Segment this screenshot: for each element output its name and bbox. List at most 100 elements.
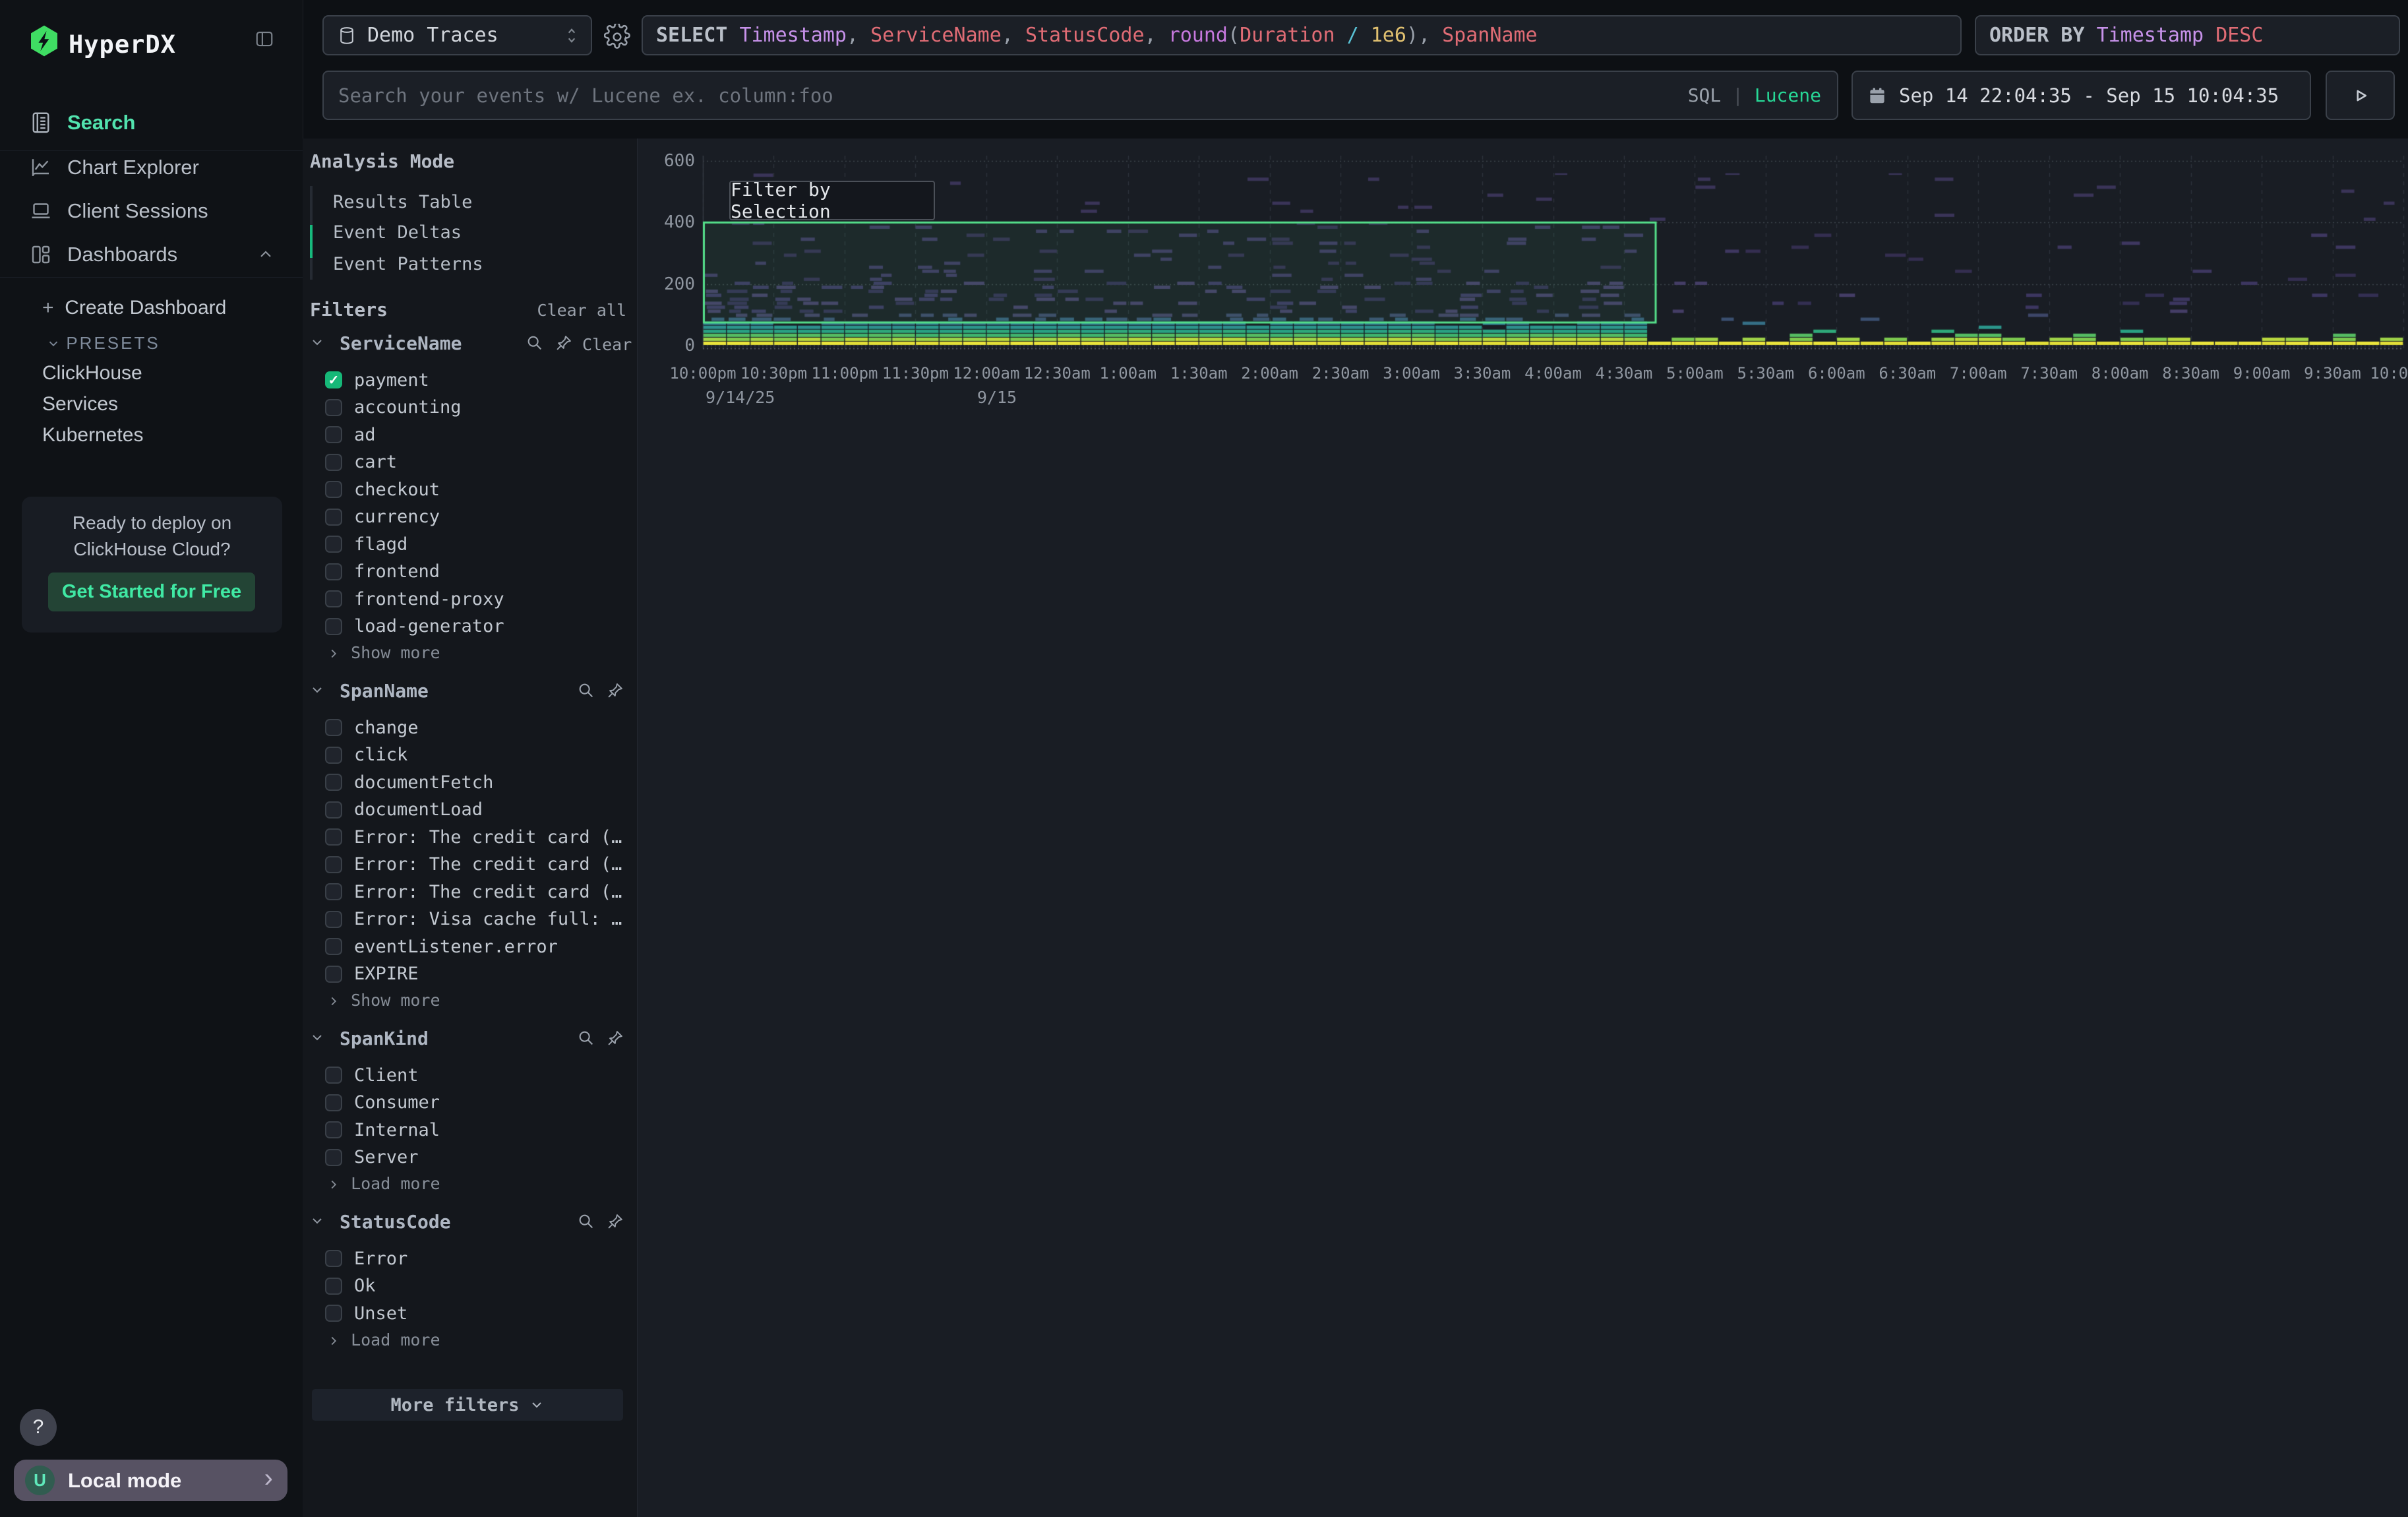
- filter-group-name[interactable]: SpanName: [340, 680, 429, 702]
- source-select[interactable]: Demo Traces: [322, 15, 592, 55]
- show-more-button[interactable]: Show more: [326, 991, 440, 1010]
- create-dashboard-button[interactable]: + Create Dashboard: [42, 297, 226, 319]
- checkbox[interactable]: [325, 828, 342, 846]
- checkbox[interactable]: [325, 856, 342, 873]
- chevron-down-icon[interactable]: [309, 1213, 325, 1229]
- checkbox[interactable]: [325, 719, 342, 736]
- filter-option-error-the-credit-card-[interactable]: Error: The credit card (…: [303, 851, 638, 878]
- filter-option-error[interactable]: Error: [303, 1245, 638, 1272]
- group-search-icon[interactable]: [577, 1212, 595, 1231]
- filter-option-load-generator[interactable]: load-generator: [303, 613, 638, 640]
- filter-option-unset[interactable]: Unset: [303, 1300, 638, 1326]
- presets-toggle[interactable]: PRESETS: [46, 332, 160, 354]
- filter-group-name[interactable]: ServiceName: [340, 332, 462, 354]
- checkbox[interactable]: [325, 1121, 342, 1138]
- lang-sql-toggle[interactable]: SQL: [1688, 84, 1722, 106]
- sidebar-item-client-sessions[interactable]: Client Sessions: [0, 193, 303, 230]
- group-search-icon[interactable]: [577, 681, 595, 700]
- checkbox[interactable]: [325, 399, 342, 416]
- checkbox[interactable]: [325, 1067, 342, 1084]
- filter-by-selection-button[interactable]: Filter by Selection: [729, 181, 935, 220]
- chevron-down-icon[interactable]: [309, 1030, 325, 1045]
- help-button[interactable]: ?: [20, 1409, 57, 1446]
- group-search-icon[interactable]: [526, 334, 544, 352]
- chevron-down-icon[interactable]: [309, 334, 325, 350]
- filter-option-error-the-credit-card-[interactable]: Error: The credit card (…: [303, 824, 638, 850]
- filter-option-expire[interactable]: EXPIRE: [303, 961, 638, 987]
- clear-all-button[interactable]: Clear all: [537, 301, 626, 320]
- filter-option-currency[interactable]: currency: [303, 504, 638, 530]
- chevron-down-icon[interactable]: [309, 682, 325, 698]
- filter-option-documentload[interactable]: documentLoad: [303, 797, 638, 823]
- filter-option-checkout[interactable]: checkout: [303, 476, 638, 503]
- run-query-button[interactable]: [2326, 71, 2395, 120]
- sidebar-item-clickhouse[interactable]: ClickHouse: [42, 362, 142, 385]
- show-more-button[interactable]: Show more: [326, 643, 440, 662]
- checkbox[interactable]: [325, 1278, 342, 1295]
- filter-option-cart[interactable]: cart: [303, 449, 638, 476]
- filter-option-flagd[interactable]: flagd: [303, 531, 638, 557]
- sidebar-item-dashboards[interactable]: Dashboards: [0, 236, 303, 273]
- load-more-button[interactable]: Load more: [326, 1330, 440, 1349]
- lang-lucene-toggle[interactable]: Lucene: [1755, 84, 1821, 106]
- source-settings-gear-icon[interactable]: [604, 24, 630, 50]
- time-range-picker[interactable]: Sep 14 22:04:35 - Sep 15 10:04:35: [1851, 71, 2311, 120]
- checkbox[interactable]: [325, 563, 342, 580]
- filter-group-name[interactable]: SpanKind: [340, 1028, 429, 1049]
- filter-option-frontend-proxy[interactable]: frontend-proxy: [303, 586, 638, 612]
- sidebar-item-chart-explorer[interactable]: Chart Explorer: [0, 149, 303, 186]
- get-started-button[interactable]: Get Started for Free: [48, 573, 255, 611]
- checkbox[interactable]: [325, 1305, 342, 1322]
- filter-option-frontend[interactable]: frontend: [303, 559, 638, 585]
- checkbox[interactable]: [325, 426, 342, 443]
- filter-option-documentfetch[interactable]: documentFetch: [303, 769, 638, 795]
- checkbox[interactable]: [325, 966, 342, 983]
- checkbox[interactable]: [325, 618, 342, 635]
- group-clear-button[interactable]: Clear: [582, 335, 632, 354]
- filter-option-error-the-credit-card-[interactable]: Error: The credit card (…: [303, 879, 638, 905]
- filter-option-client[interactable]: Client: [303, 1062, 638, 1088]
- load-more-button[interactable]: Load more: [326, 1174, 440, 1193]
- checkbox[interactable]: [325, 1094, 342, 1111]
- event-search-input[interactable]: Search your events w/ Lucene ex. column:…: [322, 71, 1838, 120]
- checkbox[interactable]: [325, 747, 342, 764]
- sidebar-item-search[interactable]: Search: [0, 104, 303, 141]
- filter-option-ad[interactable]: ad: [303, 421, 638, 448]
- filter-option-click[interactable]: click: [303, 742, 638, 768]
- filter-option-consumer[interactable]: Consumer: [303, 1090, 638, 1116]
- checkbox[interactable]: [325, 774, 342, 791]
- checkbox[interactable]: [325, 481, 342, 498]
- order-by-input[interactable]: ORDER BY Timestamp DESC: [1975, 15, 2400, 55]
- select-clause-input[interactable]: SELECT Timestamp, ServiceName, StatusCod…: [642, 15, 1962, 55]
- group-pin-icon[interactable]: [555, 334, 573, 352]
- filter-option-payment[interactable]: ✓payment: [303, 367, 638, 393]
- filter-option-accounting[interactable]: accounting: [303, 394, 638, 421]
- sidebar-item-kubernetes[interactable]: Kubernetes: [42, 424, 143, 447]
- analysis-mode-results-table[interactable]: Results Table: [333, 192, 472, 212]
- group-pin-icon[interactable]: [606, 1212, 624, 1231]
- filter-option-eventlistener-error[interactable]: eventListener.error: [303, 933, 638, 960]
- checkbox[interactable]: [325, 509, 342, 526]
- account-menu[interactable]: U Local mode ›: [14, 1460, 287, 1501]
- checkbox[interactable]: [325, 536, 342, 553]
- filter-option-server[interactable]: Server: [303, 1144, 638, 1171]
- checkbox[interactable]: [325, 801, 342, 819]
- checkbox[interactable]: [325, 1149, 342, 1166]
- checkbox-checked[interactable]: ✓: [325, 371, 342, 388]
- filter-group-name[interactable]: StatusCode: [340, 1211, 451, 1233]
- chevron-up-icon[interactable]: [256, 245, 275, 264]
- filter-option-internal[interactable]: Internal: [303, 1117, 638, 1143]
- analysis-mode-event-patterns[interactable]: Event Patterns: [333, 254, 483, 274]
- more-filters-button[interactable]: More filters: [312, 1389, 623, 1421]
- checkbox[interactable]: [325, 938, 342, 955]
- checkbox[interactable]: [325, 454, 342, 471]
- checkbox[interactable]: [325, 590, 342, 607]
- checkbox[interactable]: [325, 911, 342, 928]
- group-pin-icon[interactable]: [606, 1029, 624, 1047]
- filter-option-ok[interactable]: Ok: [303, 1273, 638, 1299]
- sidebar-collapse-icon[interactable]: [253, 29, 276, 49]
- filter-option-error-visa-cache-full-[interactable]: Error: Visa cache full: …: [303, 906, 638, 933]
- sidebar-item-services[interactable]: Services: [42, 393, 118, 416]
- group-search-icon[interactable]: [577, 1029, 595, 1047]
- checkbox[interactable]: [325, 1250, 342, 1267]
